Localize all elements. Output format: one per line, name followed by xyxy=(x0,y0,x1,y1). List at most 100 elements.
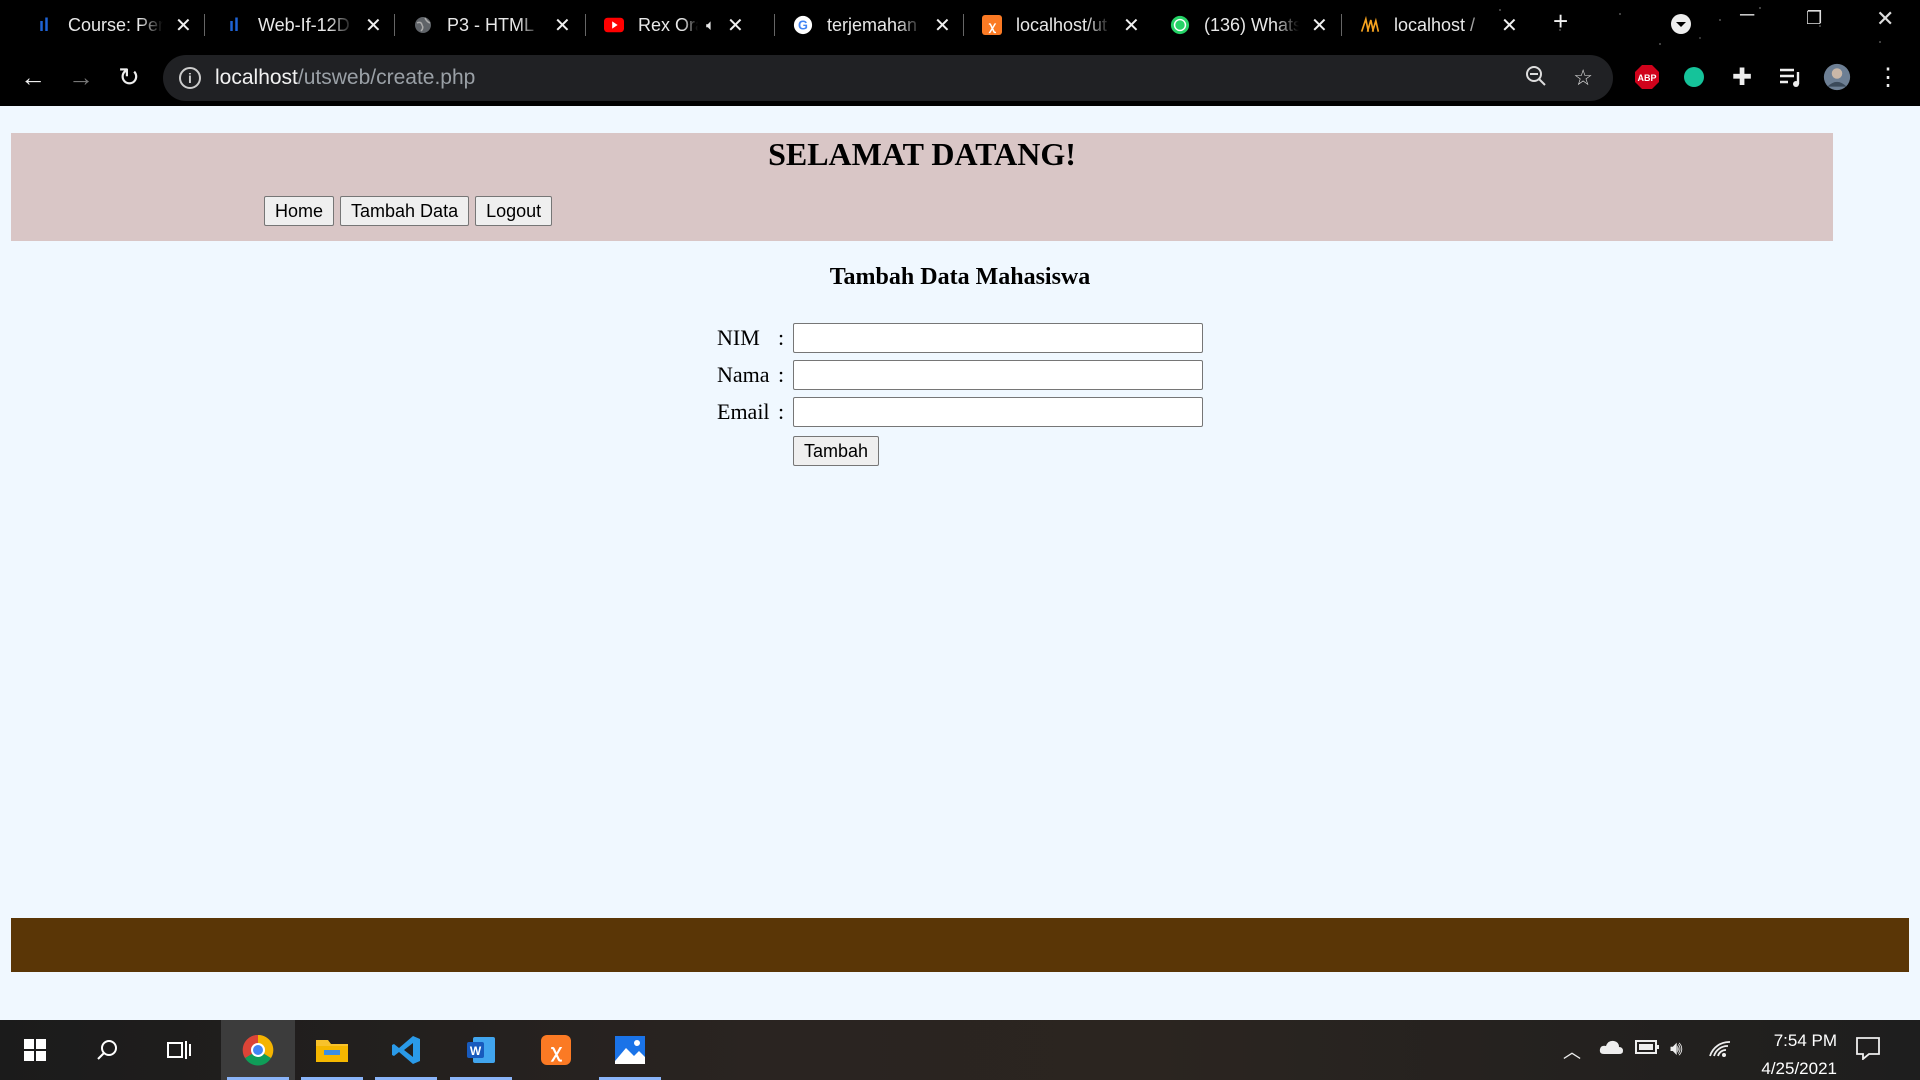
info-icon[interactable]: i xyxy=(179,67,201,89)
close-icon[interactable]: ✕ xyxy=(727,13,744,38)
task-view-icon[interactable] xyxy=(144,1020,214,1080)
menu-kebab-icon[interactable]: ⋮ xyxy=(1874,63,1902,91)
colon: : xyxy=(778,399,785,424)
browser-tab-strip: ıl Course: Pen ✕ ıl Web-If-12D ✕ P3 - HT… xyxy=(0,0,1920,50)
reload-icon[interactable]: ↻ xyxy=(114,62,144,92)
new-tab-button[interactable]: + xyxy=(1553,6,1568,37)
url-path: /utsweb/create.php xyxy=(297,66,476,89)
tab-title: localhost/ut xyxy=(1016,14,1108,35)
tab-title: (136) Whats xyxy=(1204,14,1299,35)
chrome-taskbar-icon[interactable] xyxy=(221,1020,295,1080)
address-bar[interactable]: i localhost/utsweb/create.php ☆ xyxy=(163,55,1613,101)
submit-button[interactable]: Tambah xyxy=(793,436,880,466)
phpmyadmin-icon xyxy=(1360,15,1380,35)
volume-icon[interactable]: 🔊︎ xyxy=(1670,1038,1683,1061)
nim-input[interactable] xyxy=(793,323,1203,353)
minimize-icon[interactable]: ─ xyxy=(1740,4,1754,27)
avatar[interactable] xyxy=(1823,63,1851,91)
tab-separator xyxy=(394,14,395,36)
system-clock[interactable]: 7:54 PM 4/25/2021 xyxy=(1761,1027,1837,1080)
url-text[interactable]: localhost/utsweb/create.php xyxy=(215,66,475,90)
close-icon[interactable]: ✕ xyxy=(1311,13,1328,38)
site-footer xyxy=(11,918,1909,972)
tab-separator xyxy=(774,14,775,36)
tab-localhost-utsweb[interactable]: ꭓ localhost/ut ✕ xyxy=(982,6,1140,44)
bookmark-star-icon[interactable]: ☆ xyxy=(1573,65,1593,93)
zoom-icon[interactable] xyxy=(1525,65,1547,93)
tab-terjemahan[interactable]: G terjemahan ✕ xyxy=(793,6,951,44)
vscode-icon[interactable] xyxy=(369,1020,443,1080)
svg-text:G: G xyxy=(798,18,808,33)
tab-p3-html[interactable]: P3 - HTML ✕ xyxy=(413,6,571,44)
page-title: SELAMAT DATANG! xyxy=(768,136,1076,172)
extensions-puzzle-icon[interactable]: ✚ xyxy=(1728,63,1756,91)
nim-label: NIM xyxy=(717,325,760,350)
tab-whatsapp[interactable]: (136) Whats ✕ xyxy=(1170,6,1328,44)
site-header: SELAMAT DATANG! Home Tambah Data Logout xyxy=(11,133,1833,241)
clock-time: 7:54 PM xyxy=(1773,1031,1837,1050)
svg-text:ABP: ABP xyxy=(1637,73,1656,83)
wifi-icon[interactable] xyxy=(1708,1038,1732,1064)
word-icon[interactable]: W xyxy=(444,1020,518,1080)
tab-youtube[interactable]: Rex Ora 🔈︎ ✕ xyxy=(604,6,744,44)
back-icon[interactable]: ← xyxy=(18,62,48,92)
url-host: localhost xyxy=(215,66,298,89)
submit-row: Tambah xyxy=(793,436,880,466)
email-label: Email xyxy=(717,399,770,424)
add-data-button[interactable]: Tambah Data xyxy=(340,196,470,226)
tab-separator xyxy=(1341,14,1342,36)
media-queue-icon[interactable] xyxy=(1776,63,1804,91)
nama-label: Nama xyxy=(717,362,770,387)
close-icon[interactable]: ✕ xyxy=(1123,13,1140,38)
svg-text:W: W xyxy=(470,1044,482,1058)
adblock-icon[interactable]: ABP xyxy=(1633,63,1661,91)
xampp-icon: ꭓ xyxy=(982,15,1002,35)
logout-button[interactable]: Logout xyxy=(475,196,553,226)
close-icon[interactable]: ✕ xyxy=(365,13,382,38)
youtube-icon xyxy=(604,15,624,35)
tab-separator xyxy=(963,14,964,36)
tray-chevron-up-icon[interactable]: ︿ xyxy=(1563,1038,1581,1064)
form-title: Tambah Data Mahasiswa xyxy=(829,264,1091,290)
tab-title: localhost / xyxy=(1394,14,1476,35)
photos-icon[interactable] xyxy=(593,1020,667,1080)
forward-icon[interactable]: → xyxy=(66,62,96,92)
restore-icon[interactable]: ❐ xyxy=(1806,8,1822,29)
tab-separator xyxy=(204,14,205,36)
tab-title: Rex Ora xyxy=(638,14,698,35)
battery-icon[interactable] xyxy=(1634,1038,1660,1062)
tab-phpmyadmin[interactable]: localhost / ✕ xyxy=(1360,6,1518,44)
colon: : xyxy=(778,362,785,387)
xampp-taskbar-icon[interactable]: ꭓ xyxy=(519,1020,593,1080)
tab-title: Course: Pen xyxy=(68,14,163,35)
close-window-icon[interactable]: ✕ xyxy=(1876,6,1894,32)
email-input[interactable] xyxy=(793,397,1203,427)
tab-search-icon[interactable] xyxy=(1670,13,1692,41)
notifications-icon[interactable] xyxy=(1855,1036,1881,1066)
tab-web-if[interactable]: ıl Web-If-12D ✕ xyxy=(224,6,382,44)
google-icon: G xyxy=(793,15,813,35)
close-icon[interactable]: ✕ xyxy=(934,13,951,38)
close-icon[interactable]: ✕ xyxy=(554,13,571,38)
home-button[interactable]: Home xyxy=(264,196,335,226)
tab-separator xyxy=(585,14,586,36)
browser-toolbar: ← → ↻ i localhost/utsweb/create.php ☆ AB… xyxy=(0,50,1920,106)
clock-date: 4/25/2021 xyxy=(1761,1059,1837,1078)
close-icon[interactable]: ✕ xyxy=(1501,13,1518,38)
onedrive-icon[interactable] xyxy=(1598,1038,1624,1062)
tab-title: P3 - HTML xyxy=(447,14,535,35)
search-icon[interactable] xyxy=(72,1020,142,1080)
file-explorer-icon[interactable] xyxy=(295,1020,369,1080)
windows-taskbar: W ꭓ ︿ 🔊︎ 7:54 PM 4/25/2021 xyxy=(0,1020,1920,1080)
start-button[interactable] xyxy=(0,1020,70,1080)
globe-icon xyxy=(413,15,433,35)
page-content: SELAMAT DATANG! Home Tambah Data Logout … xyxy=(0,106,1920,1020)
tab-course[interactable]: ıl Course: Pen ✕ xyxy=(34,6,192,44)
tab-title: Web-If-12D xyxy=(258,14,350,35)
speaker-icon[interactable]: 🔈︎ xyxy=(706,17,715,34)
close-icon[interactable]: ✕ xyxy=(175,13,192,38)
grammarly-icon[interactable] xyxy=(1680,63,1708,91)
nama-input[interactable] xyxy=(793,360,1203,390)
tab-title: terjemahan xyxy=(827,14,918,35)
whatsapp-icon xyxy=(1170,15,1190,35)
